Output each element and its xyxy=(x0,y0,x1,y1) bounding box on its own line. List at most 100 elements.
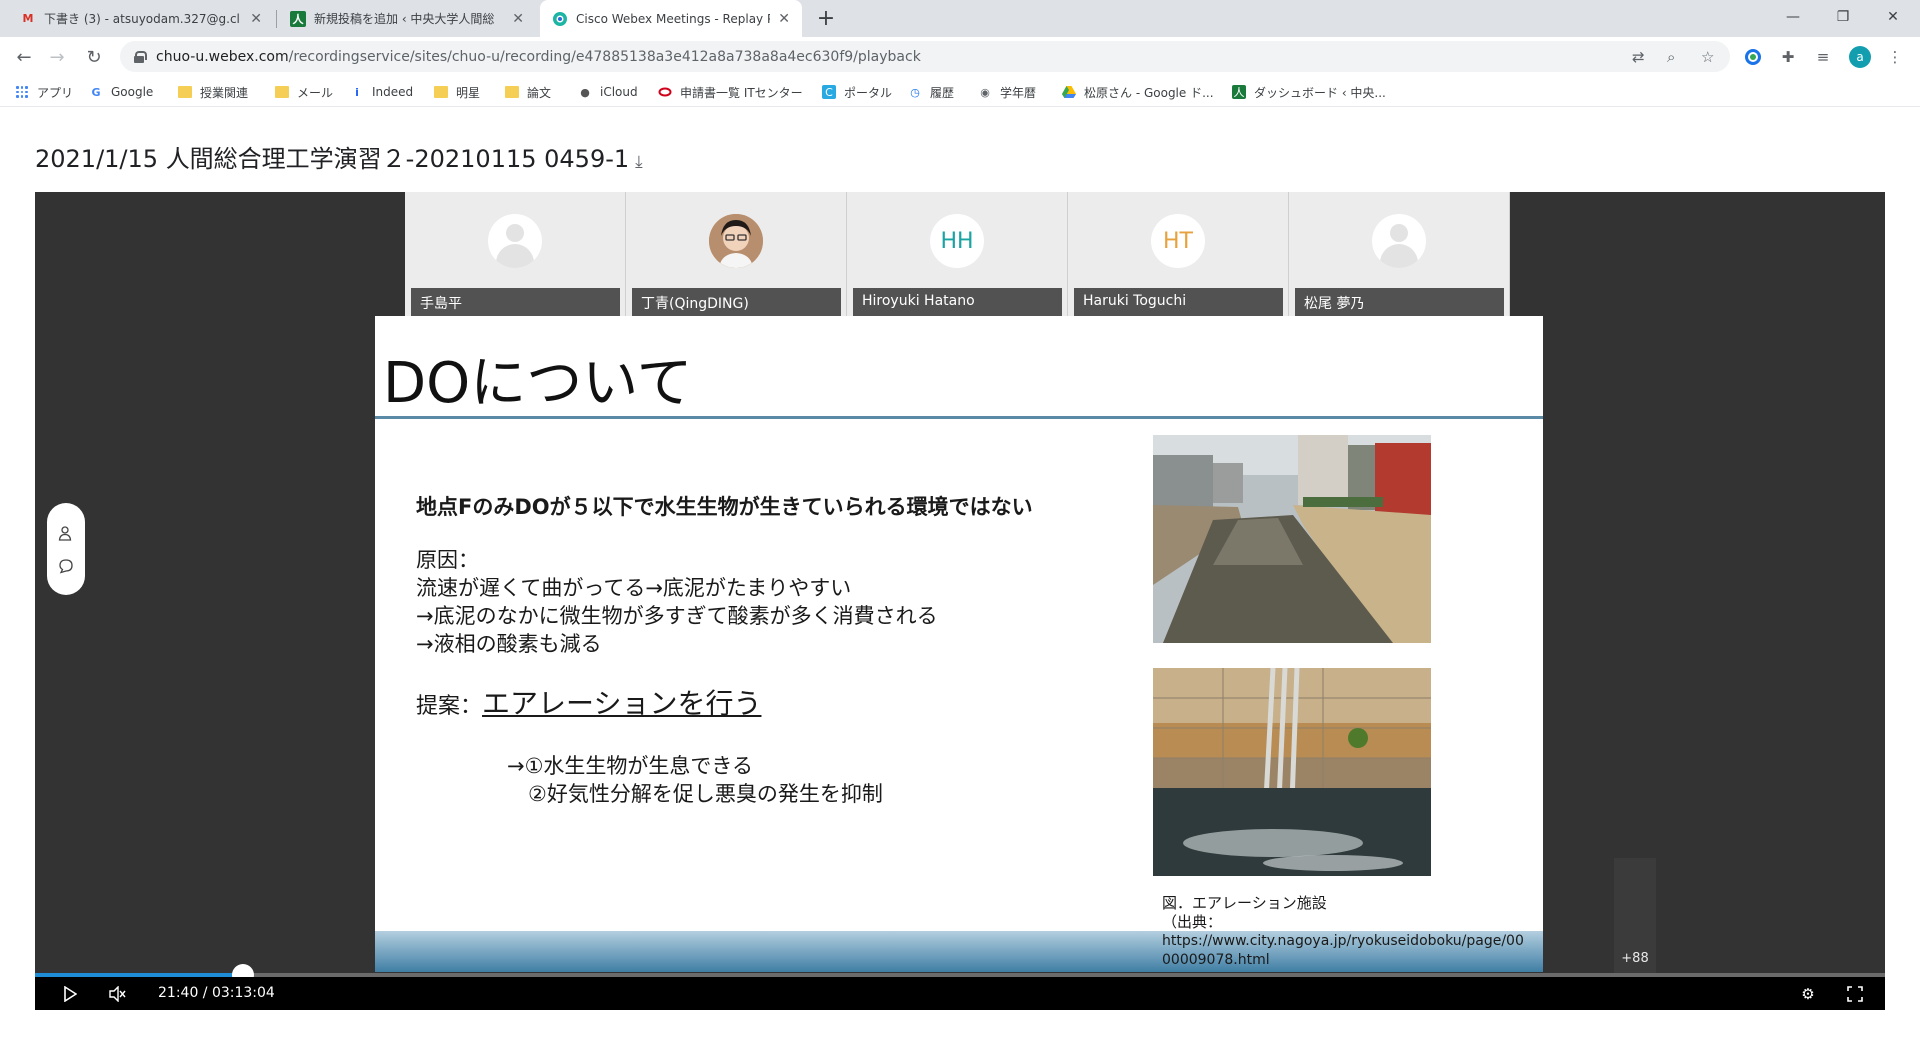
url-host: chuo-u.webex.com xyxy=(156,48,289,65)
zoom-icon[interactable]: ⌕ xyxy=(1667,48,1675,66)
tab-title: 新規投稿を追加 ‹ 中央大学人間総 xyxy=(314,12,495,26)
play-icon[interactable] xyxy=(60,984,80,1004)
caption-source-url: 00009078.html xyxy=(1162,952,1270,968)
bookmark-apps[interactable]: アプリ xyxy=(15,83,73,101)
participant-name: Hiroyuki Hatano xyxy=(853,288,1062,316)
globe-icon: ◉ xyxy=(980,85,990,99)
proposal-label: 提案： xyxy=(416,694,483,719)
close-window-icon[interactable]: ✕ xyxy=(1870,0,1916,34)
player-control-bar: 21:40 / 03:13:04 ⚙ xyxy=(35,977,1885,1010)
bookmark-google[interactable]: G Google xyxy=(89,83,153,101)
folder-icon xyxy=(505,85,519,99)
folder-icon xyxy=(275,85,289,99)
back-icon[interactable]: ← xyxy=(12,45,36,69)
restore-icon[interactable]: ❐ xyxy=(1820,0,1866,34)
slide-proposal: 提案：エアレーションを行う xyxy=(416,682,761,722)
forward-icon[interactable]: → xyxy=(45,45,69,69)
slide-cause-block: 原因： 流速が遅くて曲がってる→底泥がたまりやすい →底泥のなかに微生物が多すぎ… xyxy=(416,546,938,658)
bookmark-history[interactable]: ◷ 履歴 xyxy=(908,83,954,101)
gmail-icon: M xyxy=(22,12,34,25)
reload-icon[interactable]: ↻ xyxy=(82,45,106,69)
effect-line: ②好気性分解を促し悪臭の発生を抑制 xyxy=(507,782,883,806)
participant-tile[interactable]: 手島平 xyxy=(405,192,626,316)
tab-separator xyxy=(276,10,277,28)
apps-grid-icon xyxy=(15,85,29,99)
participant-name: 丁青(QingDING) xyxy=(632,288,841,316)
minimize-icon[interactable]: — xyxy=(1770,0,1816,34)
canal-photo xyxy=(1153,435,1431,643)
bookmarks-bar: アプリ G Google 授業関連 メール i Indeed 明星 論文 ● i… xyxy=(0,77,1920,107)
chat-icon[interactable] xyxy=(58,558,74,574)
slide-headline: 地点FのみDOが５以下で水生生物が生きていられる環境ではない xyxy=(416,495,1033,519)
tab-webex[interactable]: Cisco Webex Meetings - Replay P ✕ xyxy=(540,0,802,37)
tab-gmail[interactable]: M 下書き (3) - atsuyodam.327@g.cl ✕ xyxy=(8,0,274,37)
tab-title: Cisco Webex Meetings - Replay P xyxy=(576,11,771,26)
close-tab-icon[interactable]: ✕ xyxy=(512,11,524,27)
translate-icon[interactable]: ⇄ xyxy=(1632,48,1645,66)
avatar: HT xyxy=(1151,214,1205,268)
bookmark-mail-folder[interactable]: メール xyxy=(275,83,333,101)
lock-icon xyxy=(134,50,147,63)
bookmark-label: 学年暦 xyxy=(1000,85,1037,100)
menu-kebab-icon[interactable]: ⋮ xyxy=(1884,46,1906,68)
recording-title-text: 2021/1/15 人間総合理工学演習２-20210115 0459-1 xyxy=(35,145,630,173)
bookmark-label: 申請書一覧 ITセンター xyxy=(680,85,803,100)
webex-icon xyxy=(552,11,568,27)
avatar xyxy=(709,214,763,268)
bookmark-google-drive[interactable]: 松原さん - Google ド... xyxy=(1062,83,1214,101)
bookmark-label: メール xyxy=(297,85,334,100)
bookmark-label: 論文 xyxy=(527,85,552,100)
url-text: chuo-u.webex.com/recordingservice/sites/… xyxy=(156,49,921,65)
mute-icon[interactable] xyxy=(107,984,127,1004)
participant-tile[interactable]: HH Hiroyuki Hatano xyxy=(847,192,1068,316)
avatar: HH xyxy=(930,214,984,268)
person-kanji-icon: 人 xyxy=(1232,85,1246,99)
close-tab-icon[interactable]: ✕ xyxy=(778,11,790,27)
participants-icon[interactable] xyxy=(58,525,74,541)
bookmark-indeed[interactable]: i Indeed xyxy=(350,83,413,101)
tab-wordpress[interactable]: 人 新規投稿を追加 ‹ 中央大学人間総 ✕ xyxy=(278,0,536,37)
bookmark-dashboard[interactable]: 人 ダッシュボード ‹ 中央... xyxy=(1232,83,1386,101)
bookmark-it-center[interactable]: 申請書一覧 ITセンター xyxy=(658,83,803,101)
download-icon[interactable]: ⤓ xyxy=(635,152,643,172)
caption-line: 図．エアレーション施設 xyxy=(1162,894,1327,912)
close-tab-icon[interactable]: ✕ xyxy=(250,11,262,27)
bookmark-label: 松原さん - Google ド... xyxy=(1084,85,1214,100)
bookmark-papers-folder[interactable]: 論文 xyxy=(505,83,551,101)
participant-tile[interactable]: 丁青(QingDING) xyxy=(626,192,847,316)
browser-toolbar: ← → ↻ chuo-u.webex.com/recordingservice/… xyxy=(0,37,1920,77)
folder-icon xyxy=(434,85,448,99)
extension-circle-icon[interactable] xyxy=(1742,46,1764,68)
recording-title: 2021/1/15 人間総合理工学演習２-20210115 0459-1 ⤓ xyxy=(35,139,643,174)
bookmark-class-folder[interactable]: 授業関連 xyxy=(178,83,248,101)
slide-title: DOについて xyxy=(383,351,693,416)
bookmark-icloud[interactable]: ● iCloud xyxy=(578,83,637,101)
caption-source-url: https://www.city.nagoya.jp/ryokuseidobok… xyxy=(1162,933,1524,949)
extensions-puzzle-icon[interactable]: ✚ xyxy=(1777,46,1799,68)
ring-icon xyxy=(658,85,672,99)
playback-timecode: 21:40 / 03:13:04 xyxy=(158,985,275,1001)
participant-name: 松尾 夢乃 xyxy=(1295,288,1504,316)
indeed-icon: i xyxy=(355,85,359,99)
new-tab-button[interactable]: + xyxy=(812,4,840,32)
participant-tile[interactable]: HT Haruki Toguchi xyxy=(1068,192,1289,316)
history-icon: ◷ xyxy=(910,85,920,99)
participant-name: 手島平 xyxy=(411,288,620,316)
bookmark-label: ダッシュボード ‹ 中央... xyxy=(1254,85,1386,100)
slide-divider xyxy=(375,416,1543,419)
bookmark-star-icon[interactable]: ☆ xyxy=(1701,48,1714,66)
bookmark-calendar[interactable]: ◉ 学年暦 xyxy=(978,83,1036,101)
google-icon: G xyxy=(91,85,101,99)
fullscreen-icon[interactable] xyxy=(1845,984,1865,1004)
address-bar[interactable]: chuo-u.webex.com/recordingservice/sites/… xyxy=(120,41,1730,72)
url-path: /recordingservice/sites/chuo-u/recording… xyxy=(288,48,921,65)
bookmark-meisei-folder[interactable]: 明星 xyxy=(434,83,480,101)
side-panel-toggles xyxy=(47,503,85,595)
participant-tile[interactable]: 松尾 夢乃 xyxy=(1289,192,1510,316)
bookmark-label: アプリ xyxy=(37,85,74,100)
reading-list-icon[interactable]: ≡ xyxy=(1812,46,1834,68)
apple-icon: ● xyxy=(580,85,590,99)
profile-avatar[interactable]: a xyxy=(1849,46,1871,68)
bookmark-portal[interactable]: C ポータル xyxy=(822,83,892,101)
settings-gear-icon[interactable]: ⚙ xyxy=(1798,984,1818,1004)
